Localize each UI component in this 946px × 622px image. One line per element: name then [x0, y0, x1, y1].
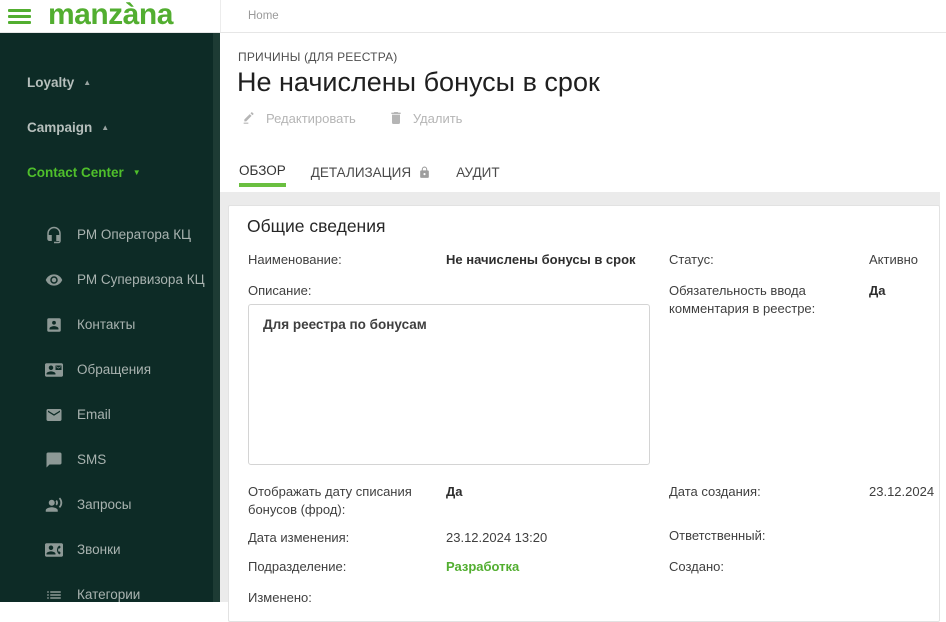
entity-type-label: ПРИЧИНЫ (ДЛЯ РЕЕСТРА) [238, 50, 398, 64]
sidebar-item-label: SMS [77, 452, 107, 467]
field-value-comment-required: Да [869, 283, 886, 298]
sidebar-item-sms[interactable]: SMS [0, 437, 220, 482]
delete-button[interactable]: Удалить [388, 110, 463, 126]
chat-icon [46, 452, 62, 467]
content-area: Общие сведения Наименование: Не начислен… [220, 192, 946, 622]
sidebar-submenu: РМ Оператора КЦ РМ Супервизора КЦ Контак… [0, 212, 220, 617]
sidebar-item-email[interactable]: Email [0, 392, 220, 437]
contact-card-icon [47, 317, 61, 332]
field-label-name: Наименование: [248, 252, 342, 267]
chevron-up-icon: ▲ [83, 77, 92, 87]
top-bar: manzàna Home [0, 0, 946, 33]
description-textarea[interactable]: Для реестра по бонусам [248, 304, 650, 465]
sidebar-item-label: РМ Оператора КЦ [77, 227, 192, 242]
brand-logo[interactable]: manzàna [48, 0, 173, 30]
field-value-modified-date: 23.12.2024 13:20 [446, 530, 548, 545]
page-title: Не начислены бонусы в срок [237, 67, 600, 97]
contact-mail-icon [45, 362, 63, 377]
card-heading: Общие сведения [247, 216, 386, 236]
sidebar-section-label: Campaign [27, 120, 93, 135]
sidebar-item-operator-workplace[interactable]: РМ Оператора КЦ [0, 212, 220, 257]
field-value-status: Активно [869, 252, 919, 267]
field-label-modified-date: Дата изменения: [248, 530, 350, 545]
field-value-show-writeoff-date: Да [446, 484, 463, 499]
sidebar: Loyalty ▲ Campaign ▲ Contact Center ▼ РМ… [0, 33, 220, 602]
main-content: ПРИЧИНЫ (ДЛЯ РЕЕСТРА) Не начислены бонус… [220, 33, 946, 622]
topbar-divider [220, 0, 221, 32]
headset-icon [47, 226, 61, 243]
delete-button-label: Удалить [412, 110, 463, 126]
sidebar-item-supervisor-workplace[interactable]: РМ Супервизора КЦ [0, 257, 220, 302]
tab-overview[interactable]: ОБЗОР [239, 163, 286, 187]
tab-detailing-label: ДЕТАЛИЗАЦИЯ [310, 165, 412, 180]
sidebar-item-categories[interactable]: Категории [0, 572, 220, 617]
edit-button-label: Редактировать [266, 110, 356, 126]
chevron-down-icon: ▼ [132, 167, 141, 177]
hamburger-menu-icon[interactable] [8, 9, 31, 25]
field-value-created-date: 23.12.2024 [869, 484, 935, 499]
edit-button[interactable]: Редактировать [241, 110, 356, 126]
general-info-card: Общие сведения Наименование: Не начислен… [228, 205, 940, 622]
contact-phone-icon [45, 542, 63, 557]
sidebar-item-label: Категории [77, 587, 141, 602]
sidebar-item-label: Email [77, 407, 111, 422]
trash-icon [391, 112, 401, 124]
sidebar-section-label: Contact Center [27, 165, 124, 180]
field-label-show-writeoff-date: Отображать дату списания бонусов (фрод): [248, 484, 412, 517]
sidebar-item-requests[interactable]: Запросы [0, 482, 220, 527]
field-label-responsible: Ответственный: [669, 528, 766, 543]
voice-request-icon [45, 497, 63, 512]
breadcrumb-home[interactable]: Home [248, 0, 279, 33]
sidebar-item-calls[interactable]: Звонки [0, 527, 220, 572]
field-label-modified-by: Изменено: [248, 590, 312, 605]
sidebar-item-label: Запросы [77, 497, 132, 512]
pencil-icon [243, 112, 254, 124]
sidebar-section-label: Loyalty [27, 75, 75, 90]
lock-icon [418, 166, 431, 179]
sidebar-item-cases[interactable]: Обращения [0, 347, 220, 392]
toolbar: Редактировать Удалить [241, 110, 462, 126]
sidebar-section-contact-center[interactable]: Contact Center ▼ [0, 150, 220, 195]
eye-icon [45, 273, 63, 286]
field-label-comment-required: Обязательность ввода комментария в реест… [669, 283, 816, 316]
field-label-division: Подразделение: [248, 559, 347, 574]
sidebar-scrollbar[interactable] [213, 33, 220, 602]
sidebar-section-loyalty[interactable]: Loyalty ▲ [0, 60, 220, 105]
sidebar-item-label: Обращения [77, 362, 152, 377]
chevron-up-icon: ▲ [101, 122, 110, 132]
field-label-created-date: Дата создания: [669, 484, 761, 499]
content-scrollbar-track[interactable] [940, 192, 946, 602]
sidebar-item-label: РМ Супервизора КЦ [77, 272, 205, 287]
email-icon [46, 408, 62, 421]
tab-bar: ОБЗОР ДЕТАЛИЗАЦИЯ АУДИТ [239, 163, 500, 187]
sidebar-item-contacts[interactable]: Контакты [0, 302, 220, 347]
field-label-description: Описание: [248, 283, 312, 298]
sidebar-item-label: Звонки [77, 542, 121, 557]
sidebar-section-campaign[interactable]: Campaign ▲ [0, 105, 220, 150]
list-icon [47, 590, 61, 599]
field-value-division-link[interactable]: Разработка [446, 558, 661, 576]
tab-audit[interactable]: АУДИТ [456, 163, 499, 187]
sidebar-item-label: Контакты [77, 317, 136, 332]
field-label-created-by: Создано: [669, 559, 724, 574]
field-label-status: Статус: [669, 252, 714, 267]
field-value-name: Не начислены бонусы в срок [446, 252, 636, 267]
tab-detailing[interactable]: ДЕТАЛИЗАЦИЯ [311, 163, 431, 187]
